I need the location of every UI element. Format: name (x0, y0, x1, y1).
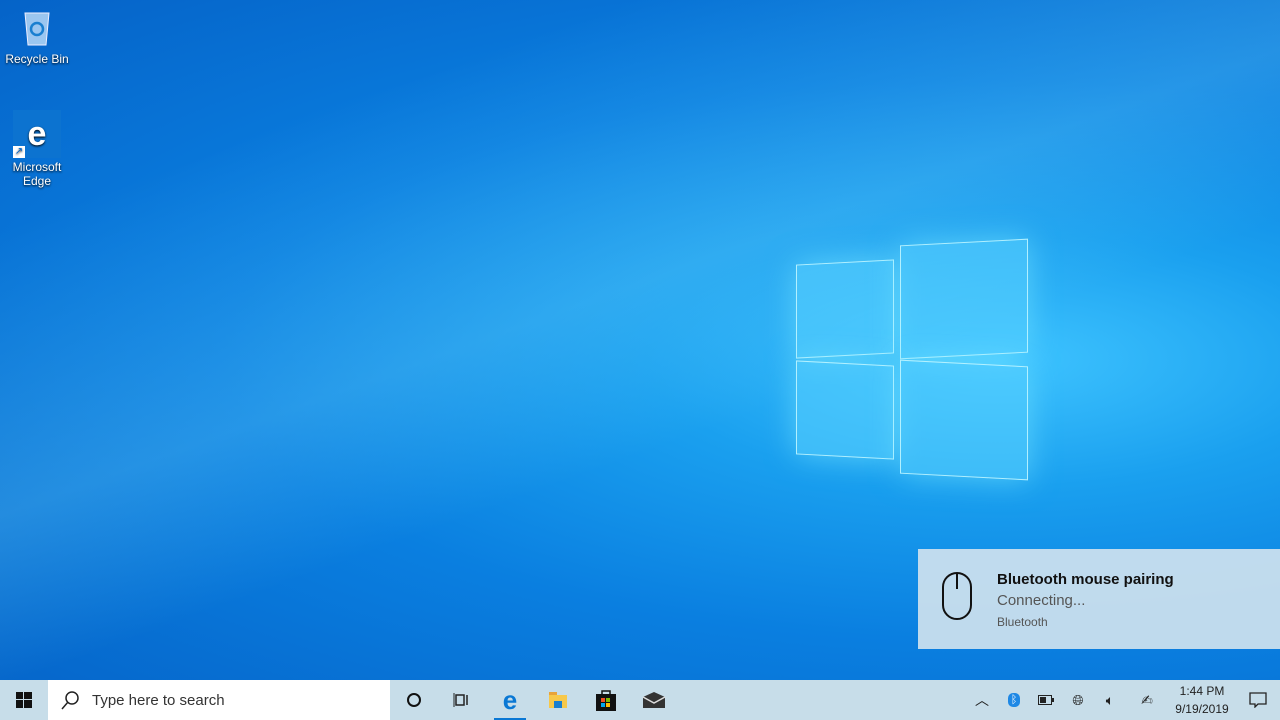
volume-icon[interactable]: 🔈︎ (1094, 680, 1126, 720)
bluetooth-notification[interactable]: Bluetooth mouse pairing Connecting... Bl… (918, 549, 1280, 649)
mouse-icon (941, 571, 973, 621)
windows-icon (16, 692, 32, 708)
notification-status: Connecting... (997, 592, 1085, 609)
clock[interactable]: 1:44 PM9/19/2019 (1168, 682, 1236, 718)
pen-workspace-icon[interactable]: ✍︎ (1126, 680, 1168, 720)
search-placeholder: Type here to search (92, 692, 225, 709)
task-view-button[interactable] (438, 680, 486, 720)
bluetooth-icon[interactable]: ᛒ (998, 680, 1030, 720)
taskbar-store[interactable] (582, 680, 630, 720)
windows-wallpaper-logo (796, 242, 1028, 478)
desktop-icon-recycle-bin[interactable]: Recycle Bin (2, 4, 72, 66)
search-icon (60, 690, 80, 710)
date: 9/19/2019 (1168, 700, 1236, 718)
store-icon (595, 689, 617, 711)
taskbar-edge[interactable]: e (486, 680, 534, 720)
action-center-icon[interactable] (1236, 680, 1280, 720)
taskbar-file-explorer[interactable] (534, 680, 582, 720)
shortcut-arrow-icon: ↗ (13, 146, 25, 158)
folder-icon (548, 691, 568, 709)
system-tray: ︿ ᛒ 🌐︎ 🔈︎ ✍︎ 1:44 PM9/19/2019 (966, 680, 1280, 720)
show-hidden-icons-chevron-up-icon[interactable]: ︿ (966, 680, 998, 720)
notification-source: Bluetooth (997, 615, 1048, 629)
start-button[interactable] (0, 680, 48, 720)
desktop-icon-edge[interactable]: e↗ Microsoft Edge (2, 110, 72, 188)
battery-icon[interactable] (1030, 680, 1062, 720)
task-view-icon (453, 692, 471, 708)
desktop-icon-label: Recycle Bin (5, 52, 68, 66)
cortana-button[interactable] (390, 680, 438, 720)
cortana-icon (406, 692, 422, 708)
desktop-icon-label: Microsoft Edge (9, 160, 65, 188)
edge-icon: e (503, 687, 517, 713)
taskbar: Type here to search e ︿ ᛒ 🌐︎ 🔈︎ ✍︎ 1:44 … (0, 680, 1280, 720)
search-box[interactable]: Type here to search (48, 680, 390, 720)
network-globe-icon[interactable]: 🌐︎ (1062, 680, 1094, 720)
taskbar-mail[interactable] (630, 680, 678, 720)
time: 1:44 PM (1168, 682, 1236, 700)
edge-icon: e↗ (13, 110, 61, 158)
mail-icon (642, 691, 666, 709)
recycle-bin-icon (14, 4, 60, 50)
notification-title: Bluetooth mouse pairing (997, 571, 1174, 588)
